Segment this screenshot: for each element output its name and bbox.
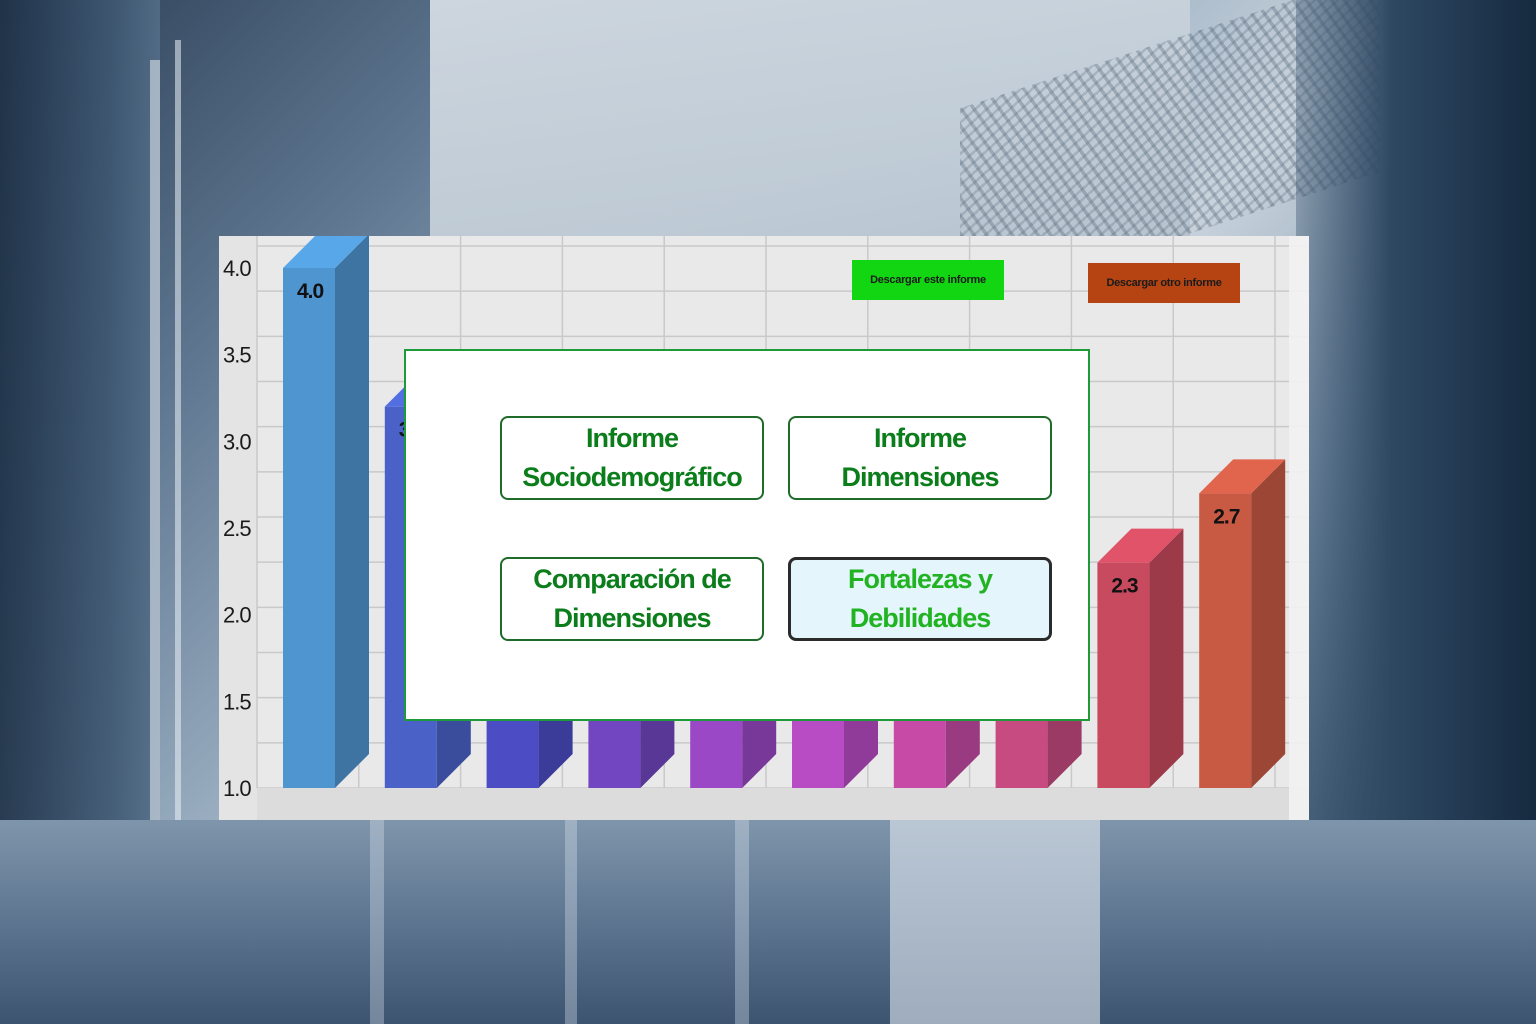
glass-panel bbox=[890, 820, 1100, 1024]
dimensions-comparison-button[interactable]: Comparación de Dimensiones bbox=[500, 557, 764, 641]
bar-front bbox=[690, 718, 743, 788]
bar-value-label: 2.7 bbox=[1213, 505, 1240, 528]
bar-front bbox=[995, 718, 1048, 788]
option-label-line2: Debilidades bbox=[849, 603, 992, 633]
option-label-line2: Dimensiones bbox=[841, 462, 999, 492]
bar-value-label: 4.0 bbox=[297, 280, 324, 303]
y-tick-label: 4.0 bbox=[223, 256, 251, 281]
bar-front bbox=[792, 718, 844, 788]
y-tick-label: 1.0 bbox=[223, 776, 251, 801]
y-tick-label: 2.0 bbox=[223, 603, 251, 628]
report-selection-dialog: Informe Sociodemográfico Informe Dimensi… bbox=[404, 349, 1090, 721]
dimensions-report-button[interactable]: Informe Dimensiones bbox=[788, 416, 1052, 500]
bar-side bbox=[1251, 459, 1286, 788]
option-label-line1: Informe bbox=[585, 423, 679, 453]
strengths-weaknesses-button[interactable]: Fortalezas y Debilidades bbox=[788, 557, 1052, 641]
glass-panel bbox=[735, 820, 749, 1024]
bar-front bbox=[588, 718, 641, 788]
option-label-line1: Fortalezas y bbox=[847, 564, 993, 594]
y-tick-label: 2.5 bbox=[223, 516, 251, 541]
bar-front bbox=[893, 718, 946, 788]
glass-panel bbox=[370, 820, 384, 1024]
bar-front bbox=[283, 268, 335, 788]
option-label-line1: Comparación de bbox=[533, 564, 732, 594]
option-label-line2: Dimensiones bbox=[553, 603, 711, 633]
glass-panel bbox=[565, 820, 577, 1024]
bar-value-label: 2.3 bbox=[1111, 575, 1138, 598]
chart-floor bbox=[257, 788, 1309, 820]
y-tick-label: 1.5 bbox=[223, 689, 251, 714]
y-tick-label: 3.5 bbox=[223, 343, 251, 368]
option-label-line2: Sociodemográfico bbox=[522, 462, 743, 492]
bar-front bbox=[486, 718, 539, 788]
option-label-line1: Informe bbox=[873, 423, 967, 453]
y-tick-label: 3.0 bbox=[223, 429, 251, 454]
bar-side bbox=[335, 236, 369, 788]
download-this-report-button[interactable]: Descargar este informe bbox=[852, 260, 1004, 300]
bar-front bbox=[1199, 493, 1252, 788]
panel-edge bbox=[1289, 236, 1309, 820]
lower-glass-wall bbox=[0, 820, 1536, 1024]
sociodemographic-report-button[interactable]: Informe Sociodemográfico bbox=[500, 416, 764, 500]
bar-side bbox=[1149, 528, 1184, 788]
download-other-report-button[interactable]: Descargar otro informe bbox=[1088, 263, 1240, 303]
